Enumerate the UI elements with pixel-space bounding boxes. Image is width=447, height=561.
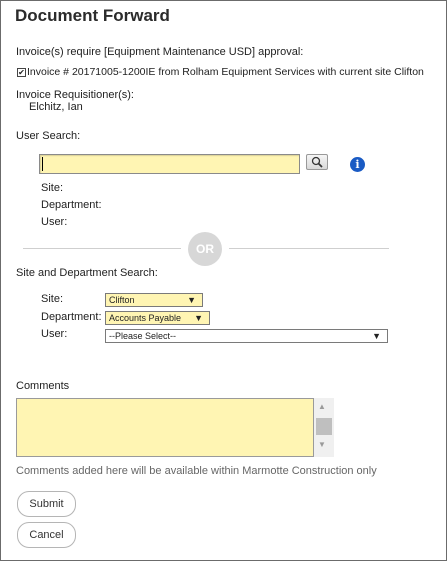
text-caret xyxy=(42,157,43,171)
comments-label: Comments xyxy=(16,380,70,392)
scroll-down-arrow-icon[interactable]: ▼ xyxy=(318,440,326,449)
user-search-heading: User Search: xyxy=(16,130,81,142)
department-select[interactable]: Accounts Payable ▼ xyxy=(105,311,210,325)
site-select-value: Clifton xyxy=(109,295,135,305)
comments-textarea[interactable] xyxy=(16,398,314,457)
user-select-value: --Please Select-- xyxy=(109,331,177,341)
or-separator: OR xyxy=(188,232,222,266)
dialog-title: Document Forward xyxy=(15,6,170,25)
user-search-user-label: User: xyxy=(41,216,68,228)
user-search-site-label: Site: xyxy=(41,182,64,194)
requisitioner-label: Invoice Requisitioner(s): xyxy=(16,89,134,101)
divider-right xyxy=(229,248,389,249)
approval-heading: Invoice(s) require [Equipment Maintenanc… xyxy=(16,46,304,58)
department-select-value: Accounts Payable xyxy=(109,313,182,323)
scroll-up-arrow-icon[interactable]: ▲ xyxy=(318,402,326,411)
invoice-line: Invoice # 20171005-1200IE from Rolham Eq… xyxy=(27,66,424,78)
invoice-checkbox[interactable]: ✔ xyxy=(17,68,26,77)
comments-scrollbar[interactable]: ▲ ▼ xyxy=(314,398,334,457)
cancel-button[interactable]: Cancel xyxy=(17,522,76,548)
scroll-thumb[interactable] xyxy=(316,418,332,435)
user-select[interactable]: --Please Select-- ▼ xyxy=(105,329,388,343)
divider-left xyxy=(23,248,181,249)
info-icon[interactable]: i xyxy=(350,157,365,172)
site-label: Site: xyxy=(41,293,64,305)
user-search-button[interactable] xyxy=(306,154,328,170)
department-label: Department: xyxy=(41,311,102,323)
user-label: User: xyxy=(41,328,68,340)
submit-button[interactable]: Submit xyxy=(17,491,76,517)
chevron-down-icon: ▼ xyxy=(187,295,196,305)
chevron-down-icon: ▼ xyxy=(194,313,203,323)
user-search-input[interactable] xyxy=(39,154,300,174)
comments-note: Comments added here will be available wi… xyxy=(16,465,377,477)
site-dept-search-heading: Site and Department Search: xyxy=(16,267,158,279)
requisitioner-name: Elchitz, Ian xyxy=(29,101,83,113)
document-forward-dialog: Document Forward Invoice(s) require [Equ… xyxy=(0,0,447,561)
site-select[interactable]: Clifton ▼ xyxy=(105,293,203,307)
user-search-department-label: Department: xyxy=(41,199,102,211)
chevron-down-icon: ▼ xyxy=(372,331,381,341)
magnifier-icon xyxy=(311,156,323,168)
